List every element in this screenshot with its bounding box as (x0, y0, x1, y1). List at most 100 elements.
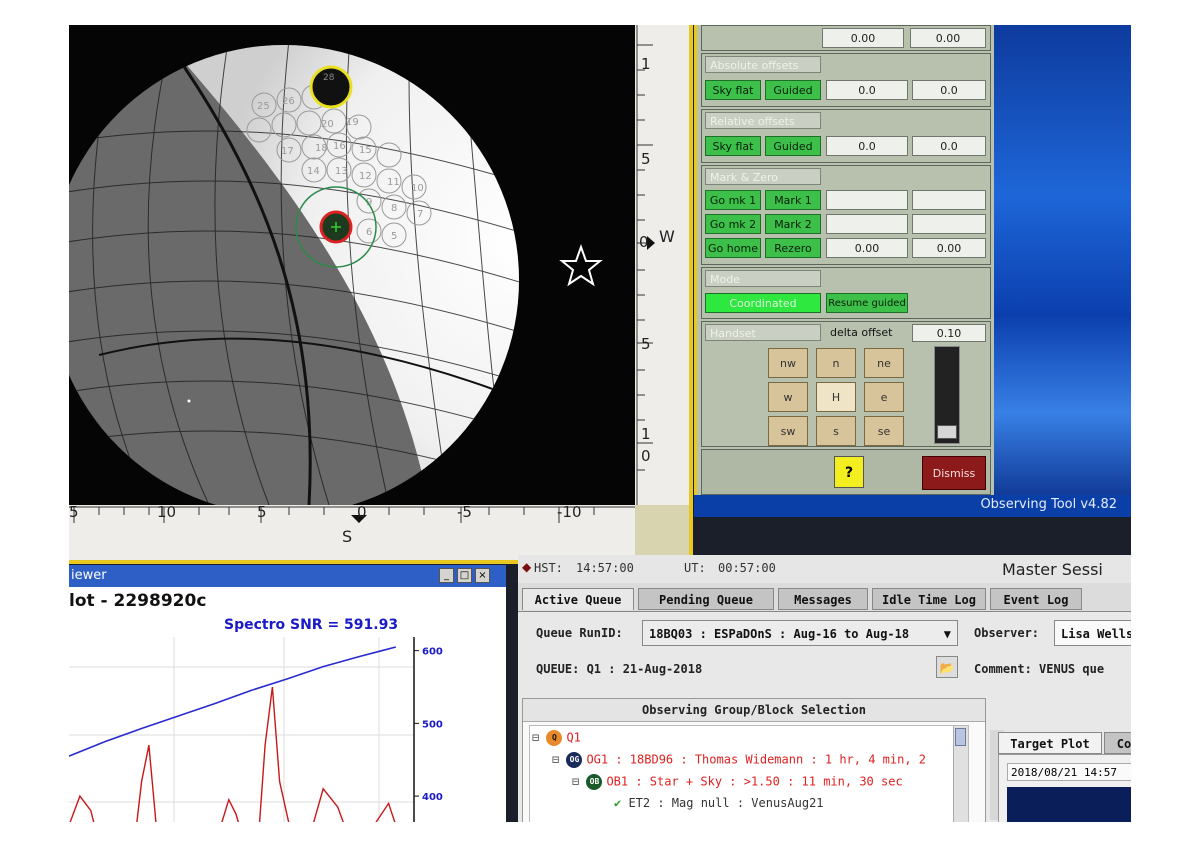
tab-other[interactable]: Co (1104, 732, 1131, 754)
handset-nw-button[interactable]: nw (768, 348, 808, 378)
right-scale-label: 5 (641, 335, 651, 353)
status-icon: ◆ (522, 560, 532, 574)
close-icon[interactable]: × (475, 568, 490, 583)
datetime-field[interactable]: 2018/08/21 14:57 (1007, 763, 1131, 781)
target-plot-canvas[interactable] (1007, 787, 1131, 822)
fiber-number: 15 (359, 145, 372, 156)
target-plot-panel: 2018/08/21 14:57 (998, 754, 1131, 822)
queue-runid-select[interactable]: 18BQ03 : ESPaDOnS : Aug-16 to Aug-18 ▼ (642, 620, 958, 646)
mark1-button[interactable]: Mark 1 (765, 190, 821, 210)
zero-field-1[interactable]: 0.00 (826, 238, 908, 258)
handset-home-button[interactable]: H (816, 382, 856, 412)
tab-active-queue[interactable]: Active Queue (522, 588, 634, 610)
top-value-field-2[interactable]: 0.00 (910, 28, 986, 48)
tree-ob1-label: OB1 : Star + Sky : >1.50 : 11 min, 30 se… (606, 774, 903, 789)
ob-badge-icon: OB (586, 774, 603, 790)
tree-row-ob1[interactable]: ⊟ OB OB1 : Star + Sky : >1.50 : 11 min, 3… (572, 774, 903, 790)
tab-messages[interactable]: Messages (778, 588, 868, 610)
mark2-field-2[interactable] (912, 214, 986, 234)
rel-sky-flat-button[interactable]: Sky flat (705, 136, 761, 156)
snr-series-line (69, 646, 397, 757)
fiber-number: 11 (387, 177, 400, 188)
mark1-field-1[interactable] (826, 190, 908, 210)
go-mark1-button[interactable]: Go mk 1 (705, 190, 761, 210)
master-session-window: ◆ HST: 14:57:00 UT: 00:57:00 Master Sess… (518, 555, 1131, 822)
handset-s-button[interactable]: s (816, 416, 856, 446)
rel-offset-field-1[interactable]: 0.0 (826, 136, 908, 156)
abs-guided-button[interactable]: Guided (765, 80, 821, 100)
mark1-field-2[interactable] (912, 190, 986, 210)
handset-sw-button[interactable]: sw (768, 416, 808, 446)
fiber-number: 25 (257, 101, 270, 112)
folder-open-icon[interactable]: 📂 (936, 656, 958, 678)
right-scale-label: 5 (641, 150, 651, 168)
resume-guided-button[interactable]: Resume guided (826, 293, 908, 313)
fiber-number: 8 (391, 203, 397, 214)
tab-idle-time-log[interactable]: Idle Time Log (872, 588, 986, 610)
handset-n-button[interactable]: n (816, 348, 856, 378)
collapse-icon[interactable]: ⊟ (552, 753, 566, 767)
bottom-scale-ruler: 5 10 5 0 -5 -10 S (69, 503, 635, 560)
tree-row-q1[interactable]: ⊟ Q Q1 (532, 730, 581, 746)
handset-w-button[interactable]: w (768, 382, 808, 412)
collapse-icon[interactable]: ⊟ (532, 731, 546, 745)
scroll-thumb[interactable] (955, 728, 966, 746)
minimize-icon[interactable]: _ (439, 568, 454, 583)
guider-camera-image[interactable]: 25 26 20 19 18 17 16 15 14 13 12 11 10 9 (69, 25, 635, 505)
handset-ne-button[interactable]: ne (864, 348, 904, 378)
tree-q1-label: Q1 (566, 730, 581, 745)
tree-row-og1[interactable]: ⊟ OG OG1 : 18BD96 : Thomas Widemann : 1 h… (552, 752, 926, 768)
help-button[interactable]: ? (834, 456, 864, 488)
abs-sky-flat-button[interactable]: Sky flat (705, 80, 761, 100)
y-tick-label: 600 (422, 647, 443, 658)
dismiss-button[interactable]: Dismiss (922, 456, 986, 490)
tab-target-plot[interactable]: Target Plot (998, 732, 1102, 754)
rel-guided-button[interactable]: Guided (765, 136, 821, 156)
og-block-selection-panel: Observing Group/Block Selection ⊟ Q Q1 ⊟ … (522, 698, 986, 822)
panel-footer: ? Dismiss (701, 449, 991, 495)
abs-offset-field-1[interactable]: 0.0 (826, 80, 908, 100)
mark2-button[interactable]: Mark 2 (765, 214, 821, 234)
snr-chart: 600 500 400 (69, 637, 443, 822)
og-block-tree[interactable]: ⊟ Q Q1 ⊟ OG OG1 : 18BD96 : Thomas Widemann… (529, 725, 969, 822)
top-value-field-1[interactable]: 0.00 (822, 28, 904, 48)
tab-pending-queue[interactable]: Pending Queue (638, 588, 774, 610)
observing-tool-title: Observing Tool v4.82 (980, 497, 1117, 512)
queue-runid-value: 18BQ03 : ESPaDOnS : Aug-16 to Aug-18 (649, 627, 910, 641)
handset-se-button[interactable]: se (864, 416, 904, 446)
master-header: ◆ HST: 14:57:00 UT: 00:57:00 Master Sess… (518, 555, 1131, 583)
bottom-scale-label: 5 (257, 503, 267, 521)
fiber-number: 14 (307, 166, 320, 177)
delta-offset-field[interactable]: 0.10 (912, 324, 986, 342)
tree-og1-label: OG1 : 18BD96 : Thomas Widemann : 1 hr, 4… (586, 752, 927, 767)
collapse-icon[interactable]: ⊟ (572, 775, 586, 789)
tree-row-et2[interactable]: ✔ ET2 : Mag null : VenusAug21 (614, 796, 824, 810)
delta-offset-label: delta offset (830, 326, 893, 339)
rezero-button[interactable]: Rezero (765, 238, 821, 258)
offset-slider-handle[interactable] (937, 425, 957, 439)
tab-event-log[interactable]: Event Log (990, 588, 1082, 610)
mark2-field-1[interactable] (826, 214, 908, 234)
right-scale-label: 0 (639, 233, 649, 251)
top-values-row: 0.00 0.00 (701, 25, 991, 51)
rel-offset-field-2[interactable]: 0.0 (912, 136, 986, 156)
go-home-button[interactable]: Go home (705, 238, 761, 258)
bottom-scale-label: 5 (69, 503, 79, 521)
comment-field: Comment: VENUS que (974, 662, 1105, 676)
absolute-offsets-title: Absolute offsets (705, 56, 821, 73)
maximize-icon[interactable]: □ (457, 568, 472, 583)
observer-field[interactable]: Lisa Wells (1054, 620, 1131, 646)
handset-title: Handset (705, 324, 821, 341)
coordinated-mode-button[interactable]: Coordinated (705, 293, 821, 313)
tree-scrollbar[interactable] (953, 726, 968, 822)
handset-e-button[interactable]: e (864, 382, 904, 412)
fiber-number: 28 (323, 73, 335, 83)
abs-offset-field-2[interactable]: 0.0 (912, 80, 986, 100)
offset-slider-track[interactable] (934, 346, 960, 444)
og-badge-icon: OG (566, 752, 583, 768)
go-mark2-button[interactable]: Go mk 2 (705, 214, 761, 234)
fiber-number: 17 (281, 146, 294, 157)
mode-section: Mode Coordinated Resume guided (701, 267, 991, 319)
zero-field-2[interactable]: 0.00 (912, 238, 986, 258)
fiber-number: 12 (359, 171, 372, 182)
